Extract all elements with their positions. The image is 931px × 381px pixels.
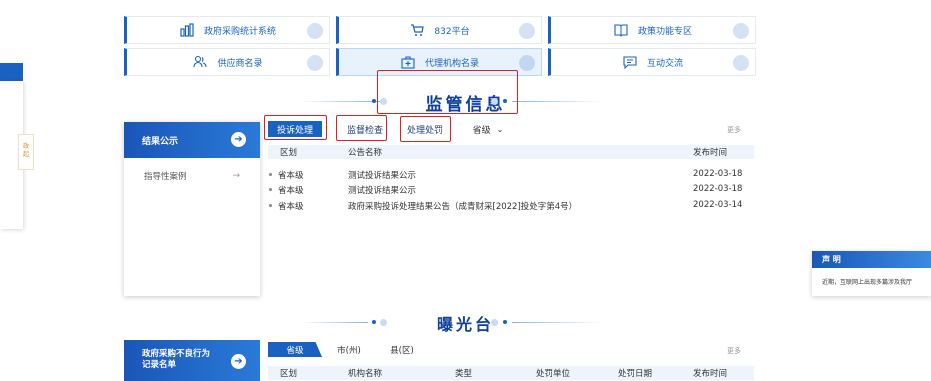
supervision-table-header: 区划 公告名称 发布时间 [268, 145, 754, 159]
watermark-icon [519, 55, 535, 71]
watermark-icon [307, 23, 323, 39]
table-row[interactable]: 省本级 测试投诉结果公示 2022-03-18 [268, 169, 754, 181]
column-header: 类型 [455, 369, 473, 379]
row-region: 省本级 [278, 202, 304, 212]
title-deco-dot [491, 319, 498, 326]
arrow-right-icon: ➔ [231, 132, 246, 147]
notice-panel[interactable]: 声 明 近期，互联网上出现多篇涉及我厅 [812, 251, 931, 296]
annotation-box [377, 70, 518, 114]
sys-label: 供应商名录 [217, 58, 263, 69]
column-header: 处罚日期 [618, 369, 653, 379]
notice-body: 近期，互联网上出现多篇涉及我厅 [822, 279, 913, 286]
tab-county[interactable]: 县(区) [374, 342, 430, 357]
sys-label: 政府采购统计系统 [203, 26, 276, 37]
chart-bar-icon [180, 23, 194, 37]
users-icon [193, 55, 208, 68]
sys-supplier-list[interactable]: 供应商名录 [124, 48, 330, 76]
tab-province[interactable]: 省级 [268, 342, 322, 357]
column-header: 发布时间 [693, 148, 728, 158]
annotation-box [336, 115, 387, 141]
side-item-bad-behavior-list[interactable]: 政府采购不良行为 记录名单 ➔ [124, 340, 260, 381]
column-header: 区划 [280, 148, 298, 158]
row-name[interactable]: 测试投诉结果公示 [348, 184, 416, 196]
title-deco-line [300, 101, 380, 102]
sys-stats-system[interactable]: 政府采购统计系统 [124, 16, 330, 44]
bullet-icon [269, 188, 272, 191]
row-name[interactable]: 政府采购投诉处理结果公告（成青财采[2022]投处字第4号） [348, 200, 577, 212]
title-deco-dot [380, 319, 387, 326]
tab-label: 市(州) [337, 345, 361, 356]
watermark-icon [307, 55, 323, 71]
sys-label: 832平台 [434, 26, 470, 37]
sys-interaction[interactable]: 互动交流 [548, 48, 756, 76]
title-deco-dot [372, 320, 376, 324]
side-item-result-notice[interactable]: 结果公示 ➔ [124, 122, 260, 158]
notice-title: 声 明 [812, 251, 931, 268]
title-deco-line [512, 101, 602, 102]
left-float-badge[interactable]: 政 起 [18, 134, 34, 170]
supervision-side-menu: 结果公示 ➔ 指导性案例 → [124, 122, 260, 296]
more-link[interactable]: 更多 [727, 346, 741, 356]
exposure-title: 曝光台 [436, 315, 495, 334]
tab-city[interactable]: 市(州) [318, 342, 380, 357]
row-date: 2022-03-14 [693, 200, 743, 210]
column-header: 公告名称 [348, 148, 383, 158]
title-deco-dot [503, 320, 507, 324]
sys-label: 代理机构名录 [424, 58, 479, 69]
left-edge-tab[interactable] [0, 63, 23, 81]
sys-832-platform[interactable]: 832平台 [336, 16, 542, 44]
bullet-icon [269, 204, 272, 207]
title-deco-line [512, 322, 602, 323]
row-name[interactable]: 测试投诉结果公示 [348, 169, 416, 181]
row-date: 2022-03-18 [693, 184, 743, 194]
row-region: 省本级 [278, 186, 304, 196]
title-deco-line [300, 322, 368, 323]
table-row[interactable]: 省本级 政府采购投诉处理结果公告（成青财采[2022]投处字第4号） 2022-… [268, 200, 754, 212]
exposure-region-tabs: 省级 市(州) 县(区) [268, 342, 468, 357]
briefcase-icon [401, 56, 415, 69]
side-item-label: 结果公示 [142, 136, 179, 147]
more-link[interactable]: 更多 [727, 125, 741, 135]
exposure-section-header: 曝光台 [0, 310, 931, 334]
arrow-right-icon: ➔ [231, 354, 246, 369]
side-item-label: 指导性案例 [144, 172, 187, 182]
row-region: 省本级 [278, 171, 304, 181]
sys-label: 互动交流 [646, 58, 683, 69]
column-header: 发布时间 [693, 369, 728, 379]
watermark-icon [733, 55, 749, 71]
row-date: 2022-03-18 [693, 169, 743, 179]
title-deco-dot [372, 99, 376, 103]
annotation-box [400, 116, 451, 142]
watermark-icon [519, 23, 535, 39]
bullet-icon [269, 173, 272, 176]
cart-icon [411, 24, 425, 36]
arrow-right-icon: → [232, 171, 240, 181]
side-item-guiding-cases[interactable]: 指导性案例 → [124, 166, 260, 186]
watermark-icon [733, 23, 749, 39]
left-float-text: 政 起 [22, 143, 29, 158]
exposure-table-header: 区划 机构名称 类型 处罚单位 处罚日期 发布时间 [268, 366, 754, 380]
annotation-box [264, 115, 327, 140]
level-select-value: 省级 [472, 125, 491, 136]
sys-label: 政策功能专区 [637, 26, 692, 37]
book-icon [614, 24, 628, 37]
column-header: 机构名称 [348, 369, 383, 379]
level-select[interactable]: 省级 ⌄ [467, 121, 509, 137]
chat-icon [623, 56, 637, 69]
sys-policy-zone[interactable]: 政策功能专区 [548, 16, 756, 44]
column-header: 区划 [280, 369, 298, 379]
tab-label: 县(区) [390, 345, 414, 356]
chevron-down-icon: ⌄ [496, 124, 504, 134]
table-row[interactable]: 省本级 测试投诉结果公示 2022-03-18 [268, 184, 754, 196]
tab-label: 省级 [286, 345, 304, 356]
column-header: 处罚单位 [536, 369, 571, 379]
